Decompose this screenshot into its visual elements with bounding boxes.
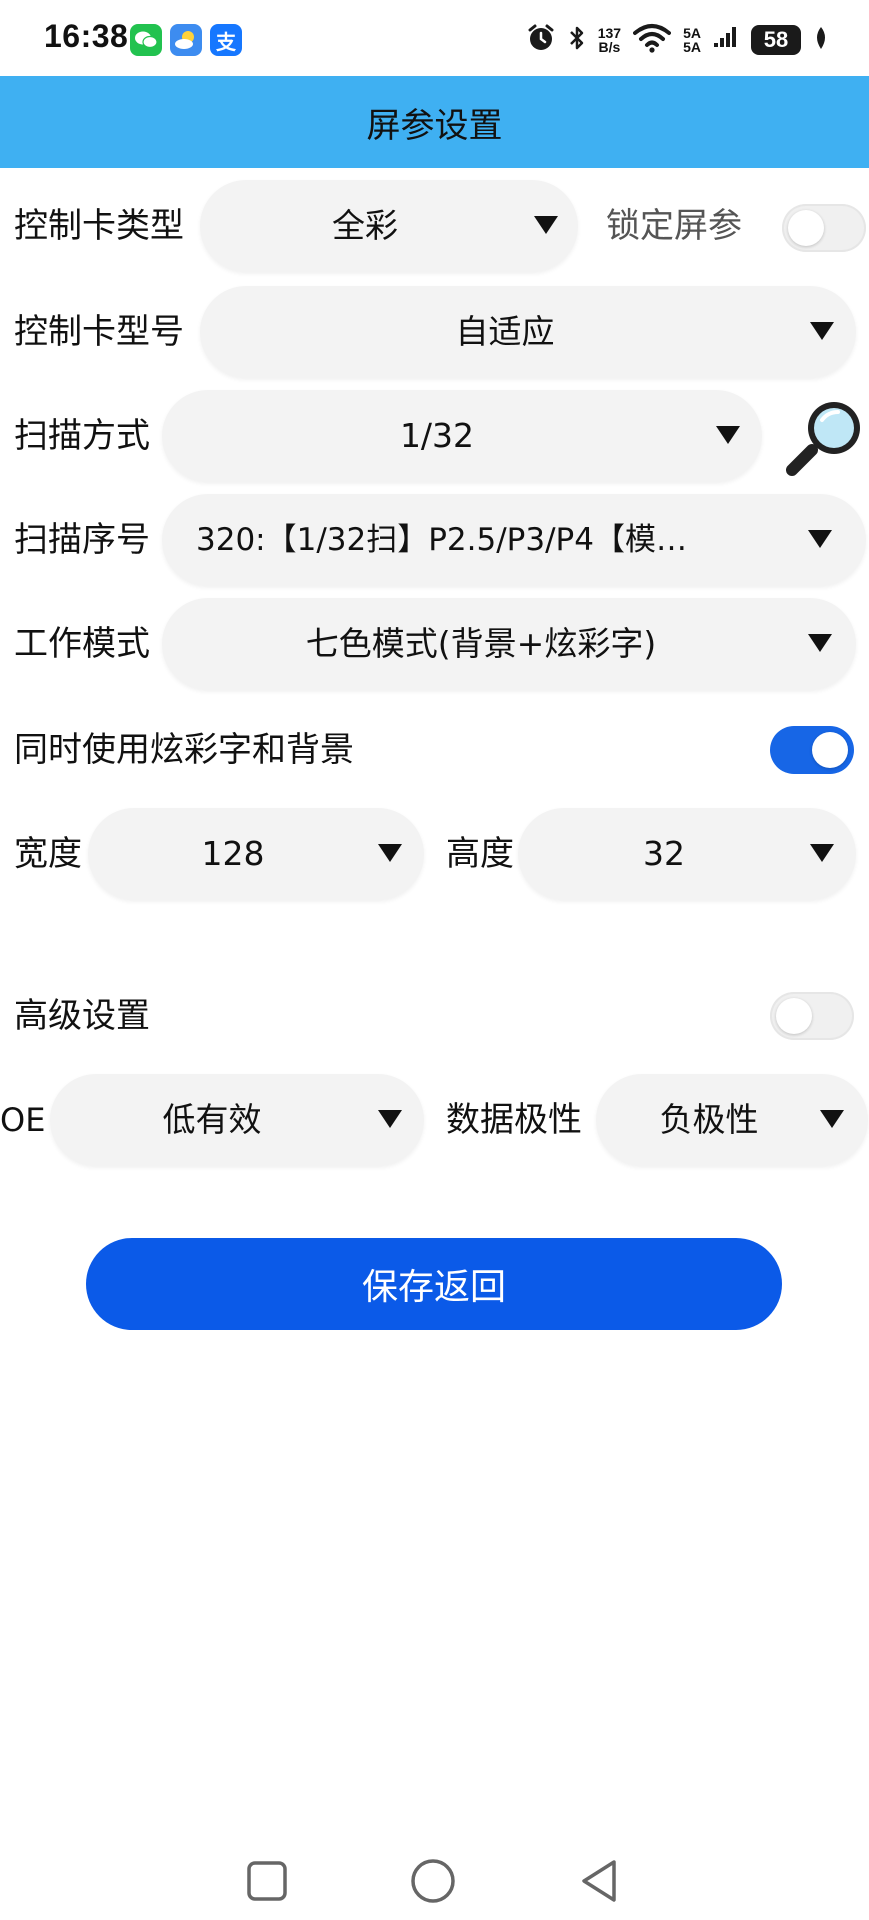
card-type-select[interactable]: 全彩 (200, 180, 578, 272)
work-mode-value: 七色模式(背景+炫彩字) (305, 624, 657, 663)
net-speed-unit: B/s (598, 39, 621, 55)
signal-top: 5A (683, 25, 701, 41)
card-model-label: 控制卡型号 (14, 312, 184, 352)
oe-value: 低有效 (162, 1100, 262, 1139)
title-bar: 屏参设置 (0, 76, 869, 168)
scan-mode-select[interactable]: 1/32 (162, 390, 762, 482)
scan-index-label: 扫描序号 (14, 520, 150, 560)
net-speed: 137 B/s (598, 26, 621, 54)
wifi-icon (633, 23, 672, 57)
status-right-group: 137 B/s 5A 5A 58 (526, 20, 829, 60)
scan-index-select[interactable]: 320:【1/32扫】P2.5/P3/P4【模… (162, 494, 866, 586)
combo-label: 同时使用炫彩字和背景 (14, 730, 354, 770)
lock-params-label: 锁定屏参 (606, 206, 742, 246)
advanced-settings-toggle[interactable] (770, 992, 854, 1040)
toggle-knob (776, 998, 812, 1034)
card-model-value: 自适应 (455, 312, 555, 351)
lock-params-toggle[interactable] (782, 204, 866, 252)
chevron-down-icon (808, 530, 832, 548)
card-model-select[interactable]: 自适应 (200, 286, 856, 378)
toggle-knob (788, 210, 824, 246)
chevron-down-icon (808, 634, 832, 652)
height-label: 高度 (446, 834, 514, 874)
alarm-icon (526, 23, 556, 57)
width-select[interactable]: 128 (88, 808, 424, 900)
data-polarity-value: 负极性 (659, 1100, 759, 1139)
scan-mode-label: 扫描方式 (14, 416, 150, 456)
chevron-down-icon (378, 844, 402, 862)
chevron-down-icon (820, 1110, 844, 1128)
scan-mode-value: 1/32 (399, 416, 475, 455)
bluetooth-icon (568, 23, 586, 57)
chevron-down-icon (716, 426, 740, 444)
data-polarity-select[interactable]: 负极性 (596, 1074, 868, 1166)
work-mode-select[interactable]: 七色模式(背景+炫彩字) (162, 598, 856, 690)
width-value: 128 (201, 834, 265, 873)
signal-labels: 5A 5A (683, 26, 701, 54)
wechat-icon (130, 24, 162, 56)
search-icon[interactable] (782, 394, 868, 480)
net-speed-value: 137 (597, 25, 622, 41)
toggle-knob (812, 732, 848, 768)
oe-label: OE (0, 1101, 46, 1139)
advanced-settings-label: 高级设置 (14, 996, 150, 1036)
card-type-value: 全彩 (332, 206, 398, 245)
data-polarity-label: 数据极性 (446, 1100, 582, 1140)
chevron-down-icon (810, 322, 834, 340)
home-icon[interactable] (410, 1858, 456, 1904)
alipay-icon: 支 (210, 24, 242, 56)
signal-icon (713, 23, 739, 57)
chevron-down-icon (534, 216, 558, 234)
width-label: 宽度 (14, 834, 82, 874)
status-time: 16:38 (44, 18, 129, 54)
system-nav-bar (0, 1850, 869, 1920)
scan-index-value: 320:【1/32扫】P2.5/P3/P4【模… (196, 522, 687, 558)
chevron-down-icon (810, 844, 834, 862)
height-select[interactable]: 32 (518, 808, 856, 900)
page-title: 屏参设置 (366, 105, 503, 146)
alipay-glyph: 支 (216, 29, 236, 54)
signal-bottom: 5A (683, 39, 701, 55)
oe-select[interactable]: 低有效 (50, 1074, 424, 1166)
back-icon[interactable] (576, 1858, 622, 1904)
save-return-button[interactable]: 保存返回 (86, 1238, 782, 1330)
leaf-icon (813, 25, 829, 55)
battery-level: 58 (763, 27, 789, 52)
chevron-down-icon (378, 1110, 402, 1128)
status-bar: 16:38 支 137 B/s 5A 5A 58 (0, 0, 869, 76)
battery-icon: 58 (751, 25, 801, 55)
card-type-label: 控制卡类型 (14, 206, 184, 246)
combo-toggle[interactable] (770, 726, 854, 774)
weather-icon (170, 24, 202, 56)
save-return-label: 保存返回 (361, 1267, 506, 1308)
work-mode-label: 工作模式 (14, 624, 150, 664)
recent-apps-icon[interactable] (244, 1858, 290, 1904)
height-value: 32 (643, 834, 685, 873)
